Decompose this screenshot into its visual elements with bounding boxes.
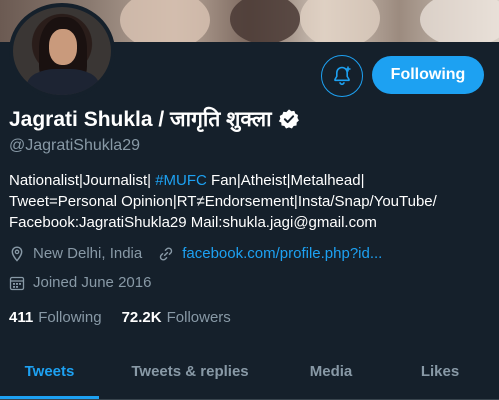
followers-label: Followers bbox=[166, 309, 231, 326]
bio-text: Nationalist|Journalist| bbox=[9, 172, 156, 189]
bio-line: Tweet=Personal Opinion|RT≠Endorsement|In… bbox=[9, 193, 437, 210]
avatar-face bbox=[49, 29, 77, 65]
profile-stats: 411 Following 72.2K Followers bbox=[9, 309, 251, 326]
verified-badge-icon bbox=[278, 109, 299, 129]
following-label: Following bbox=[38, 309, 102, 326]
hashtag-link[interactable]: #MUFC bbox=[155, 172, 207, 189]
bio-line: Facebook:JagratiShukla29 Mail:shukla.jag… bbox=[9, 214, 377, 231]
profile-link-text[interactable]: facebook.com/profile.php?id... bbox=[182, 245, 382, 262]
notifications-button[interactable] bbox=[321, 55, 363, 97]
tab-tweets-and-replies[interactable]: Tweets & replies bbox=[99, 353, 281, 399]
bell-plus-icon bbox=[334, 66, 351, 86]
avatar[interactable] bbox=[9, 3, 115, 99]
bio-text: Fan|Atheist|Metalhead| bbox=[206, 172, 365, 189]
banner-shape bbox=[300, 0, 380, 42]
location-pin-icon bbox=[9, 245, 25, 262]
tab-tweets[interactable]: Tweets bbox=[0, 353, 99, 399]
profile-bio: Nationalist|Journalist| #MUFC Fan|Atheis… bbox=[9, 170, 489, 233]
profile-name-row: Jagrati Shukla / जागृति शुक्ला bbox=[9, 105, 300, 133]
tab-likes[interactable]: Likes bbox=[381, 353, 499, 399]
following-stat[interactable]: 411 Following bbox=[9, 309, 102, 326]
calendar-icon bbox=[9, 275, 25, 291]
profile-name: Jagrati Shukla / जागृति शुक्ला bbox=[9, 108, 272, 131]
profile-meta-joined: Joined June 2016 bbox=[9, 274, 151, 291]
link-icon bbox=[158, 246, 174, 262]
banner-shape bbox=[420, 0, 499, 42]
location-text: New Delhi, India bbox=[33, 245, 143, 262]
followers-count: 72.2K bbox=[121, 309, 162, 326]
profile-tabs: Tweets Tweets & replies Media Likes bbox=[0, 353, 499, 400]
banner-shape bbox=[120, 0, 210, 42]
following-count: 411 bbox=[9, 309, 34, 326]
profile-handle: @JagratiShukla29 bbox=[9, 137, 140, 154]
profile-link[interactable]: facebook.com/profile.php?id... bbox=[158, 245, 382, 262]
followers-stat[interactable]: 72.2K Followers bbox=[122, 309, 231, 326]
tab-media[interactable]: Media bbox=[281, 353, 381, 399]
following-button[interactable]: Following bbox=[372, 56, 484, 94]
avatar-shirt bbox=[27, 69, 99, 95]
bio-line: Nationalist|Journalist| #MUFC Fan|Atheis… bbox=[9, 170, 489, 191]
profile-meta-location: New Delhi, India facebook.com/profile.ph… bbox=[9, 245, 382, 262]
banner-shape bbox=[230, 0, 300, 42]
joined-text: Joined June 2016 bbox=[33, 274, 152, 291]
